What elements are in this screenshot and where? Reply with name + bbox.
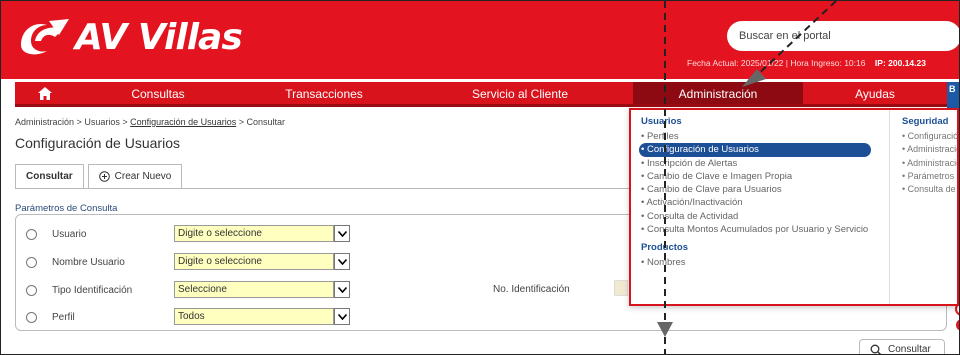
breadcrumb: Administración > Usuarios > Configuració… bbox=[15, 117, 285, 127]
header: AV Villas Buscar en el portal Fecha Actu… bbox=[1, 1, 959, 79]
tab-crear-nuevo[interactable]: Crear Nuevo bbox=[87, 164, 183, 188]
select-usuario[interactable]: Digite o seleccione bbox=[174, 225, 334, 242]
menu-item-perfiles[interactable]: • Perfiles bbox=[641, 130, 889, 143]
administracion-dropdown: Usuarios • Perfiles • Configuración de U… bbox=[629, 108, 959, 306]
menu-item-seguridad-4[interactable]: • Parámetros G bbox=[902, 170, 957, 183]
breadcrumb-sep: > bbox=[122, 117, 128, 127]
select-nombre-usuario[interactable]: Digite o seleccione bbox=[174, 253, 334, 270]
label-nombre-usuario: Nombre Usuario bbox=[52, 257, 125, 268]
page-title: Configuración de Usuarios bbox=[15, 135, 180, 151]
menu-item-cambio-clave-usuarios[interactable]: • Cambio de Clave para Usuarios bbox=[641, 183, 889, 196]
menu-item-inscripcion-alertas[interactable]: • Inscripción de Alertas bbox=[641, 157, 889, 170]
tab-bar: Consultar Crear Nuevo bbox=[15, 164, 186, 188]
radio-nombre-usuario[interactable] bbox=[26, 257, 37, 268]
nav-transacciones[interactable]: Transacciones bbox=[241, 82, 407, 104]
label-tipo-identificacion: Tipo Identificación bbox=[52, 285, 133, 296]
plus-circle-icon bbox=[98, 171, 110, 182]
main-nav: Consultas Transacciones Servicio al Clie… bbox=[15, 82, 947, 107]
search-icon bbox=[870, 344, 882, 354]
chevron-down-icon[interactable] bbox=[334, 281, 350, 298]
app-window: AV Villas Buscar en el portal Fecha Actu… bbox=[0, 0, 960, 355]
radio-usuario[interactable] bbox=[26, 229, 37, 240]
logo-mark-icon bbox=[21, 19, 69, 55]
menu-item-nombres[interactable]: • Nombres bbox=[641, 256, 889, 269]
dropdown-head-productos: Productos bbox=[641, 242, 688, 254]
menu-item-seguridad-3[interactable]: • Administració bbox=[902, 157, 957, 170]
menu-item-activacion[interactable]: • Activación/Inactivación bbox=[641, 196, 889, 209]
breadcrumb-configuracion[interactable]: Configuración de Usuarios bbox=[130, 117, 236, 127]
menu-item-consulta-montos[interactable]: • Consulta Montos Acumulados por Usuario… bbox=[641, 223, 889, 236]
label-usuario: Usuario bbox=[52, 229, 87, 240]
tab-consultar[interactable]: Consultar bbox=[15, 164, 84, 188]
search-input[interactable]: Buscar en el portal bbox=[727, 21, 959, 51]
label-perfil: Perfil bbox=[52, 312, 75, 323]
breadcrumb-sep: > bbox=[238, 117, 244, 127]
menu-item-consulta-actividad[interactable]: • Consulta de Actividad bbox=[641, 210, 889, 223]
session-info: Fecha Actual: 2025/01/22 | Hora Ingreso:… bbox=[687, 58, 926, 68]
nav-home[interactable] bbox=[15, 82, 75, 104]
nav-servicio-al-cliente[interactable]: Servicio al Cliente bbox=[407, 82, 633, 104]
radio-perfil[interactable] bbox=[26, 312, 37, 323]
dropdown-col-seguridad: Seguridad • Configuración • Administraci… bbox=[889, 110, 957, 304]
label-no-identificacion: No. Identificación bbox=[493, 284, 570, 295]
chevron-down-icon[interactable] bbox=[334, 253, 350, 270]
dropdown-head-usuarios: Usuarios bbox=[641, 116, 682, 127]
row-perfil: Perfil Todos bbox=[16, 307, 946, 329]
consultar-button[interactable]: Consultar bbox=[859, 339, 945, 355]
menu-item-seguridad-5[interactable]: • Consulta de T bbox=[902, 183, 957, 196]
select-perfil[interactable]: Todos bbox=[174, 308, 334, 325]
dropdown-head-seguridad: Seguridad bbox=[902, 116, 949, 127]
nav-ayudas[interactable]: Ayudas bbox=[803, 82, 947, 104]
menu-item-seguridad-2[interactable]: • Administració bbox=[902, 143, 957, 156]
menu-item-configuracion-usuarios[interactable]: • Configuración de Usuarios bbox=[639, 143, 871, 157]
breadcrumb-consultar: Consultar bbox=[246, 117, 286, 127]
nav-consultas[interactable]: Consultas bbox=[75, 82, 241, 104]
brand-name: AV Villas bbox=[75, 16, 243, 58]
consultar-button-label: Consultar bbox=[888, 344, 931, 355]
session-ip: IP: 200.14.23 bbox=[874, 58, 926, 68]
chevron-down-icon[interactable] bbox=[334, 308, 350, 325]
session-date-time: Fecha Actual: 2025/01/22 | Hora Ingreso:… bbox=[687, 58, 866, 68]
av-villas-logo[interactable]: AV Villas bbox=[15, 15, 243, 59]
menu-item-cambio-clave-imagen[interactable]: • Cambio de Clave e Imagen Propia bbox=[641, 170, 889, 183]
dropdown-col-usuarios: Usuarios • Perfiles • Configuración de U… bbox=[639, 116, 889, 270]
chevron-down-icon[interactable] bbox=[334, 225, 350, 242]
home-icon bbox=[38, 86, 52, 100]
no-identificacion-input[interactable] bbox=[614, 280, 628, 296]
section-title: Parámetros de Consulta bbox=[15, 203, 118, 214]
tab-crear-label: Crear Nuevo bbox=[114, 171, 172, 182]
breadcrumb-administracion[interactable]: Administración bbox=[15, 117, 74, 127]
radio-tipo-identificacion[interactable] bbox=[26, 285, 37, 296]
nav-administracion[interactable]: Administración bbox=[633, 82, 803, 104]
select-tipo-identificacion[interactable]: Seleccione bbox=[174, 281, 334, 298]
menu-item-seguridad-1[interactable]: • Configuración bbox=[902, 130, 957, 143]
breadcrumb-usuarios[interactable]: Usuarios bbox=[84, 117, 120, 127]
breadcrumb-sep: > bbox=[76, 117, 82, 127]
